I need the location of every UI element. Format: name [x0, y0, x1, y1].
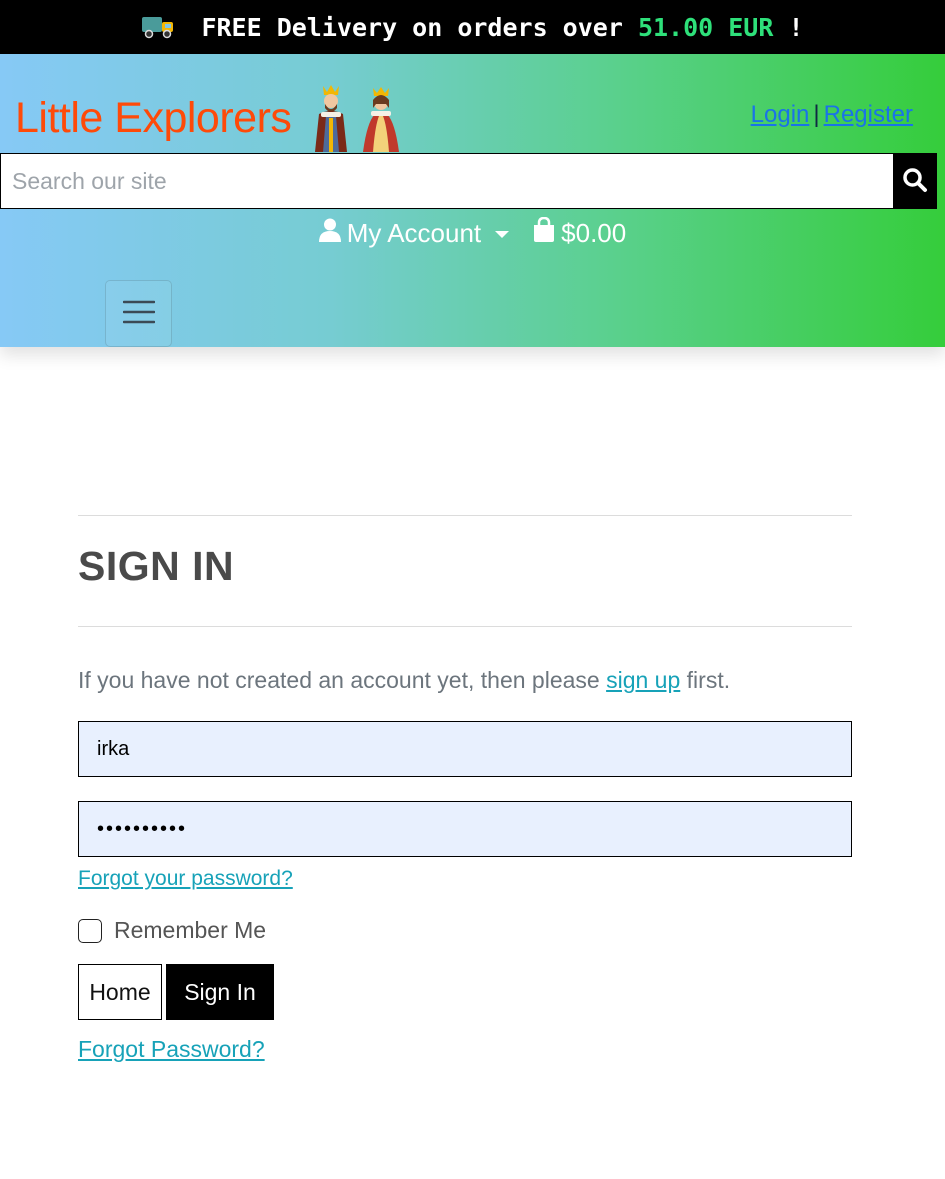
- auth-links: Login | Register: [751, 101, 913, 129]
- account-cart-row: My Account $0.00: [0, 214, 945, 252]
- king-and-queen-logo: [307, 82, 411, 154]
- search-icon: [902, 167, 928, 196]
- sign-up-link[interactable]: sign up: [606, 667, 680, 693]
- my-account-dropdown[interactable]: My Account: [318, 217, 510, 249]
- search-button[interactable]: [893, 153, 937, 209]
- navbar-toggle-button[interactable]: [105, 280, 172, 347]
- divider: [78, 626, 852, 627]
- delivery-truck-icon: [141, 14, 175, 40]
- forgot-password-link[interactable]: Forgot Password?: [78, 1036, 265, 1063]
- auth-separator: |: [813, 101, 820, 128]
- remember-me-label[interactable]: Remember Me: [114, 917, 266, 944]
- shopping-bag-icon: [533, 216, 555, 249]
- site-search: [0, 153, 937, 209]
- site-logo[interactable]: Little Explorers: [15, 82, 411, 154]
- login-link[interactable]: Login: [751, 101, 810, 128]
- home-button[interactable]: Home: [78, 964, 162, 1020]
- register-link[interactable]: Register: [824, 101, 913, 128]
- password-field[interactable]: [78, 801, 852, 857]
- page-title: SIGN IN: [78, 543, 235, 589]
- brand-name[interactable]: Little Explorers: [15, 94, 292, 143]
- search-input[interactable]: [0, 153, 893, 209]
- cart-link[interactable]: $0.00: [533, 216, 627, 249]
- site-header: Little Explorers Login | Register Search…: [0, 54, 945, 347]
- signin-section: SIGN IN If you have not created an accou…: [78, 515, 852, 1063]
- sign-in-button[interactable]: Sign In: [166, 964, 274, 1020]
- remember-me-row: Remember Me: [78, 917, 852, 944]
- chevron-down-icon: [495, 230, 510, 238]
- free-delivery-banner: FREE Delivery on orders over 51.00 EUR !: [0, 0, 945, 54]
- username-field[interactable]: [78, 721, 852, 777]
- user-icon: [318, 218, 341, 249]
- hamburger-menu-icon: [122, 299, 155, 329]
- forgot-your-password-link[interactable]: Forgot your password?: [78, 867, 293, 891]
- banner-text: FREE Delivery on orders over 51.00 EUR !: [201, 12, 804, 42]
- delivery-threshold-amount: 51.00 EUR: [637, 12, 774, 42]
- signup-prompt: If you have not created an account yet, …: [78, 667, 731, 693]
- my-account-label: My Account: [346, 217, 482, 248]
- remember-me-checkbox[interactable]: [78, 918, 102, 943]
- form-actions: Home Sign In: [78, 964, 852, 1020]
- cart-total: $0.00: [561, 217, 627, 248]
